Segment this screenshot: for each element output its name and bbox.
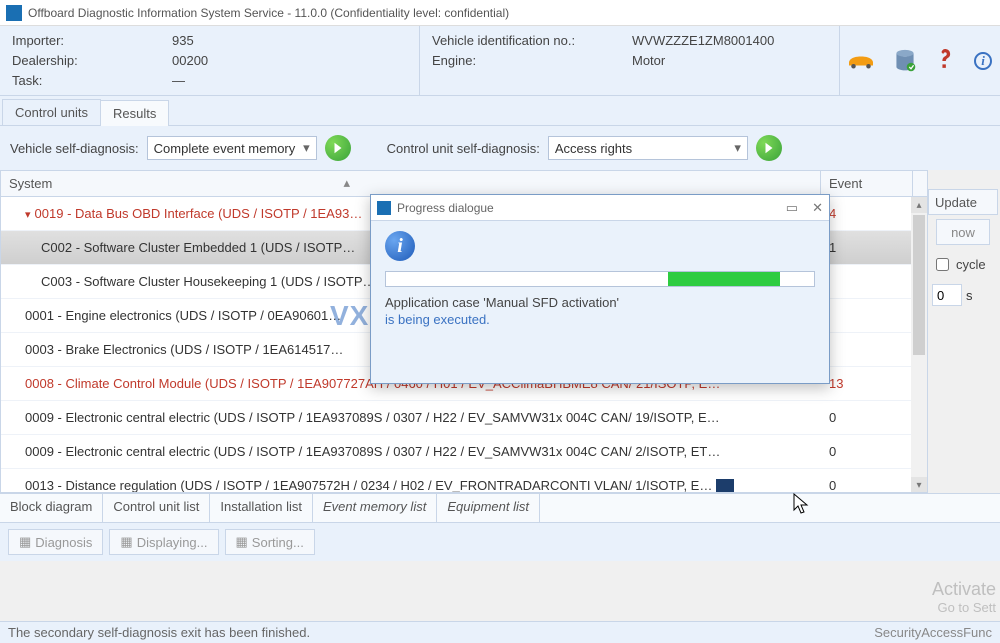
dialog-line1: Application case 'Manual SFD activation': [385, 295, 815, 310]
importer-label: Importer:: [12, 32, 172, 50]
engine-label: Engine:: [432, 52, 632, 70]
vehicle-diag-select[interactable]: Complete event memory ▾: [147, 136, 317, 160]
vehicle-diag-value: Complete event memory: [154, 141, 296, 156]
tab-event-memory-list[interactable]: Event memory list: [313, 494, 437, 522]
arrow-right-icon: [331, 141, 345, 155]
window-title: Offboard Diagnostic Information System S…: [28, 6, 509, 20]
sort-asc-icon: ▴: [343, 175, 350, 191]
dealership-label: Dealership:: [12, 52, 172, 70]
grid-icon: ▦: [19, 534, 31, 550]
update-now-button[interactable]: now: [936, 219, 990, 245]
moon-icon: [716, 479, 734, 493]
table-row[interactable]: 0013 - Distance regulation (UDS / ISOTP …: [1, 469, 927, 493]
tab-control-units[interactable]: Control units: [2, 99, 101, 125]
cu-diag-label: Control unit self-diagnosis:: [387, 141, 540, 156]
scroll-up-icon[interactable]: ▴: [911, 197, 927, 213]
cell-event: 4: [821, 206, 901, 221]
car-icon[interactable]: [846, 52, 876, 70]
cell-system: 0009 - Electronic central electric (UDS …: [1, 410, 821, 425]
cell-system: 0013 - Distance regulation (UDS / ISOTP …: [1, 478, 821, 493]
scroll-down-icon[interactable]: ▾: [911, 477, 927, 493]
diagnosis-button[interactable]: ▦ Diagnosis: [8, 529, 103, 555]
dialog-app-icon: [377, 201, 391, 215]
cu-diag-select[interactable]: Access rights ▾: [548, 136, 748, 160]
cycle-interval: s: [932, 284, 998, 306]
tab-installation-list[interactable]: Installation list: [210, 494, 313, 522]
col-event[interactable]: Event: [821, 171, 913, 196]
update-panel: Update now cycle s: [928, 189, 998, 306]
col-system[interactable]: System ▴: [1, 171, 821, 196]
scroll-thumb[interactable]: [913, 215, 925, 355]
status-right: SecurityAccessFunc: [874, 625, 992, 640]
dialog-line2: is being executed.: [385, 312, 815, 327]
dialog-titlebar[interactable]: Progress dialogue ▭ ✕: [371, 195, 829, 221]
close-icon[interactable]: ✕: [812, 200, 823, 216]
importer-value: 935: [172, 32, 194, 50]
status-bar: The secondary self-diagnosis exit has be…: [0, 621, 1000, 643]
cu-diag-value: Access rights: [555, 141, 632, 156]
vin-label: Vehicle identification no.:: [432, 32, 632, 50]
action-toolbar: ▦ Diagnosis ▦ Displaying... ▦ Sorting...: [0, 523, 1000, 561]
info-col-right: Vehicle identification no.: WVWZZZE1ZM80…: [420, 26, 840, 95]
app-icon: [6, 5, 22, 21]
diagnosis-bar: Vehicle self-diagnosis: Complete event m…: [0, 126, 1000, 170]
table-row[interactable]: 0009 - Electronic central electric (UDS …: [1, 401, 927, 435]
expand-icon[interactable]: ▾: [25, 209, 31, 221]
tab-strip: Control units Results: [0, 96, 1000, 126]
dealership-value: 00200: [172, 52, 208, 70]
minimize-icon[interactable]: ▭: [786, 200, 798, 216]
cell-system: 0009 - Electronic central electric (UDS …: [1, 444, 821, 459]
table-row[interactable]: 0009 - Electronic central electric (UDS …: [1, 435, 927, 469]
progress-dialog: Progress dialogue ▭ ✕ i Application case…: [370, 194, 830, 384]
grid-icon: ▦: [120, 534, 132, 550]
cell-event: 0: [821, 410, 901, 425]
tab-control-unit-list[interactable]: Control unit list: [103, 494, 210, 522]
grid-icon: ▦: [236, 534, 248, 550]
cycle-checkbox[interactable]: cycle: [932, 255, 998, 274]
cell-event: 0: [821, 478, 901, 493]
vin-value: WVWZZZE1ZM8001400: [632, 32, 774, 50]
chevron-down-icon: ▾: [303, 140, 310, 156]
tab-block-diagram[interactable]: Block diagram: [0, 494, 103, 522]
cycle-interval-input[interactable]: [932, 284, 962, 306]
help-icon[interactable]: [934, 49, 956, 73]
cycle-checkbox-input[interactable]: [936, 258, 949, 271]
vehicle-diag-go-button[interactable]: [325, 135, 351, 161]
tab-results[interactable]: Results: [100, 100, 169, 126]
displaying-button[interactable]: ▦ Displaying...: [109, 529, 218, 555]
info-icon[interactable]: i: [974, 52, 992, 70]
toolbar-icons: i: [840, 26, 1000, 95]
vehicle-diag-label: Vehicle self-diagnosis:: [10, 141, 139, 156]
window-titlebar: Offboard Diagnostic Information System S…: [0, 0, 1000, 26]
arrow-right-icon: [762, 141, 776, 155]
sorting-button[interactable]: ▦ Sorting...: [225, 529, 315, 555]
cell-event: 13: [821, 376, 901, 391]
database-icon[interactable]: [894, 49, 916, 73]
dialog-info-icon: i: [385, 231, 415, 261]
cell-event: 1: [821, 240, 901, 255]
activate-watermark: Activate Go to Sett: [932, 579, 996, 615]
info-col-left: Importer: 935 Dealership: 00200 Task: —: [0, 26, 420, 95]
task-value: —: [172, 72, 185, 90]
cu-diag-go-button[interactable]: [756, 135, 782, 161]
task-label: Task:: [12, 72, 172, 90]
scrollbar-vertical[interactable]: ▴ ▾: [911, 197, 927, 493]
progress-bar: [385, 271, 815, 287]
tab-equipment-list[interactable]: Equipment list: [437, 494, 540, 522]
bottom-tab-strip: Block diagram Control unit list Installa…: [0, 493, 1000, 523]
update-header: Update: [928, 189, 998, 215]
dialog-title: Progress dialogue: [397, 201, 786, 215]
chevron-down-icon: ▾: [734, 140, 741, 156]
cell-event: 0: [821, 444, 901, 459]
progress-fill: [668, 272, 779, 286]
info-panel: Importer: 935 Dealership: 00200 Task: — …: [0, 26, 1000, 96]
engine-value: Motor: [632, 52, 665, 70]
status-text: The secondary self-diagnosis exit has be…: [8, 625, 310, 640]
cycle-interval-unit: s: [966, 288, 973, 303]
